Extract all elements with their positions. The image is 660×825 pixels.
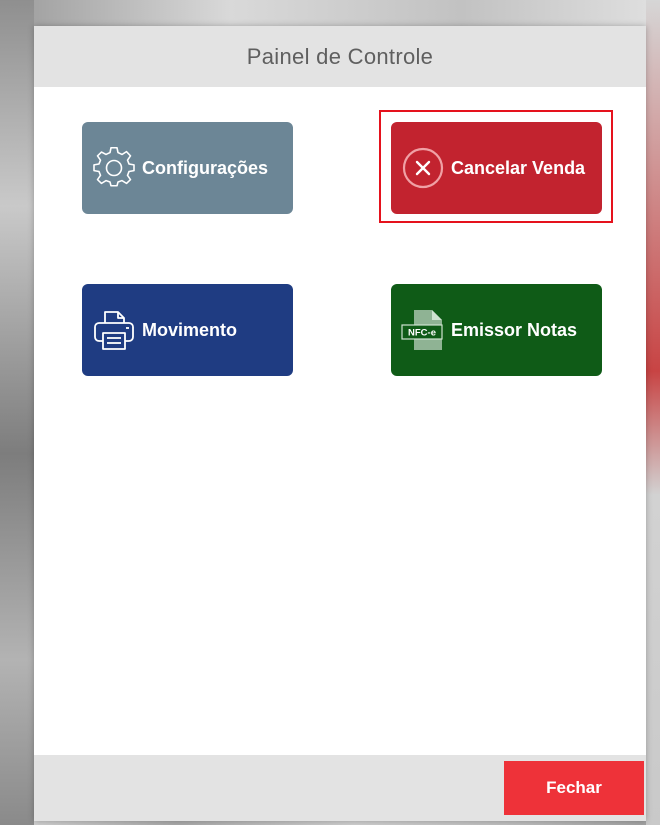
cancelar-venda-label: Cancelar Venda — [451, 157, 586, 178]
background-blur-right — [646, 0, 660, 825]
emissor-notas-label: Emissor Notas — [451, 319, 578, 340]
control-panel-dialog: Painel de Controle Configurações Cancela… — [34, 26, 646, 821]
nfce-icon-text: NFC-e — [408, 328, 436, 339]
dialog-title: Painel de Controle — [246, 43, 434, 69]
dialog-footer: Fechar — [34, 755, 646, 821]
movimento-button[interactable]: Movimento — [82, 284, 293, 376]
dialog-header: Painel de Controle — [34, 26, 646, 87]
configuracoes-button[interactable]: Configurações — [82, 122, 293, 214]
cancel-circle-icon — [399, 144, 447, 192]
configuracoes-label: Configurações — [142, 157, 269, 178]
cancelar-venda-button[interactable]: Cancelar Venda — [391, 122, 602, 214]
background-blur-left — [0, 0, 34, 825]
background-blur-top — [0, 0, 660, 26]
fechar-button[interactable]: Fechar — [504, 761, 644, 815]
movimento-label: Movimento — [142, 319, 238, 340]
emissor-notas-button[interactable]: NFC-e Emissor Notas — [391, 284, 602, 376]
printer-icon — [90, 306, 138, 354]
nfce-document-icon: NFC-e — [399, 306, 447, 354]
gear-icon — [90, 144, 138, 192]
